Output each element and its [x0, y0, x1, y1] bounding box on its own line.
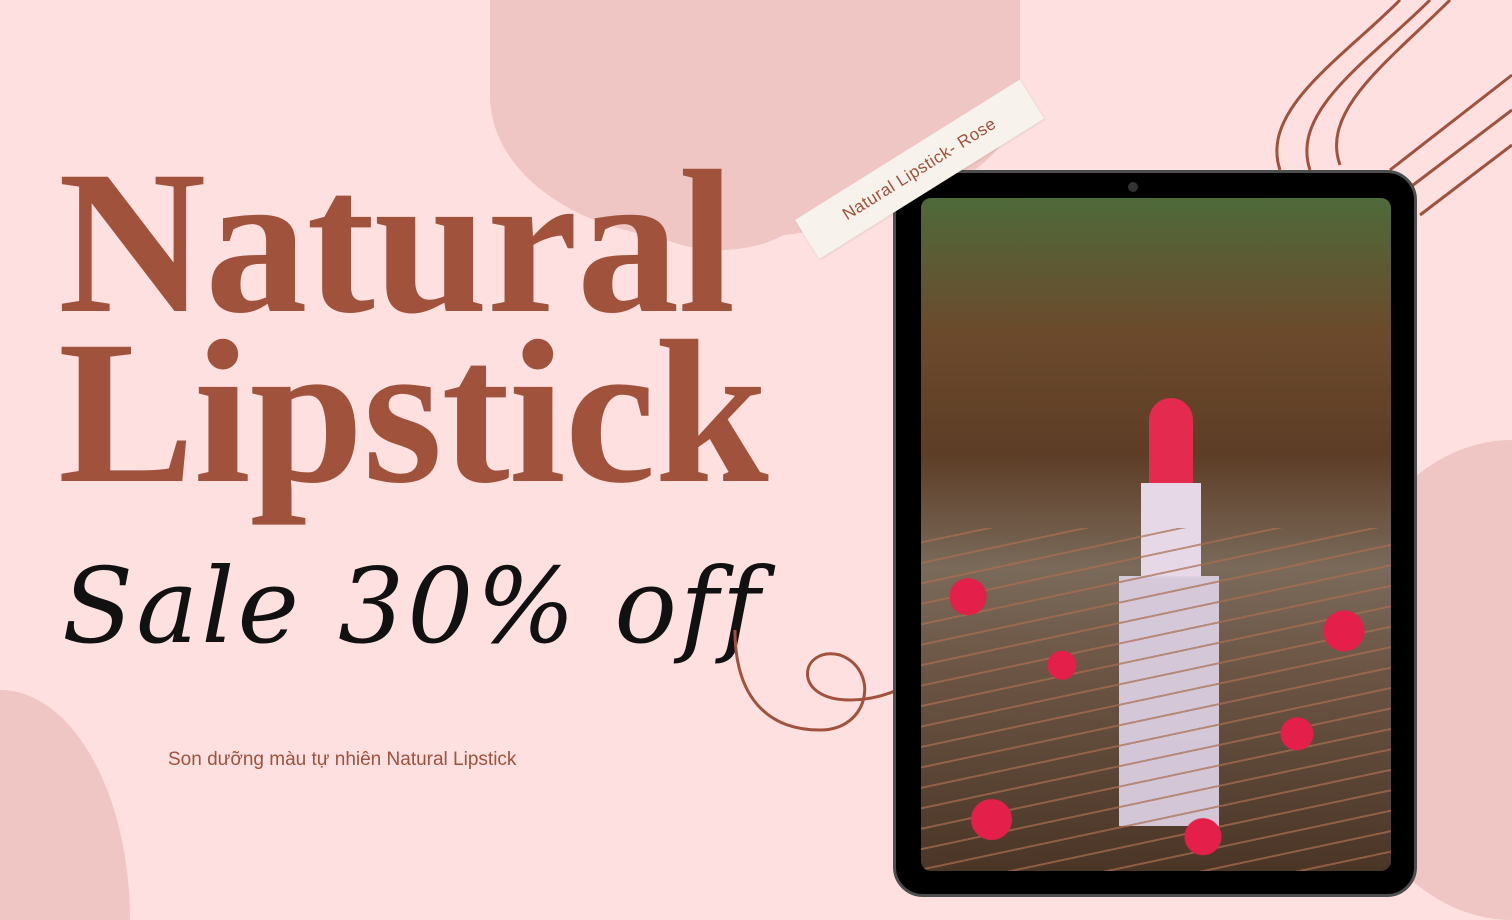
camera-icon [1128, 182, 1138, 192]
lipstick-bullet [1149, 398, 1193, 488]
headline-lipstick: Lipstick [58, 299, 769, 526]
flowers [921, 528, 1391, 871]
product-photo [921, 198, 1391, 871]
promo-text: Sale 30% off [62, 545, 763, 667]
background-blob-left [0, 690, 130, 920]
tablet-frame [893, 170, 1417, 897]
subtitle: Son dưỡng màu tự nhiên Natural Lipstick [168, 749, 517, 770]
